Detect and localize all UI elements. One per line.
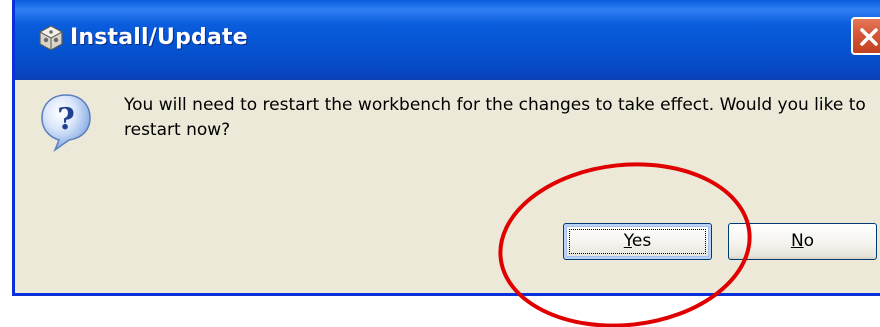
close-button[interactable] (851, 17, 880, 55)
no-button-label: No (790, 231, 815, 251)
svg-text:?: ? (57, 102, 75, 137)
question-icon: ? (39, 92, 93, 153)
window-title: Install/Update (70, 25, 248, 50)
eclipse-update-icon (37, 24, 65, 52)
dialog-message: You will need to restart the workbench f… (124, 95, 866, 140)
no-button[interactable]: No (728, 223, 877, 260)
yes-button-label: Yes (623, 231, 652, 251)
title-bar[interactable]: Install/Update (15, 0, 880, 80)
install-update-dialog: Install/Update ? You will need to restar… (12, 0, 880, 296)
yes-button[interactable]: Yes (563, 223, 712, 260)
